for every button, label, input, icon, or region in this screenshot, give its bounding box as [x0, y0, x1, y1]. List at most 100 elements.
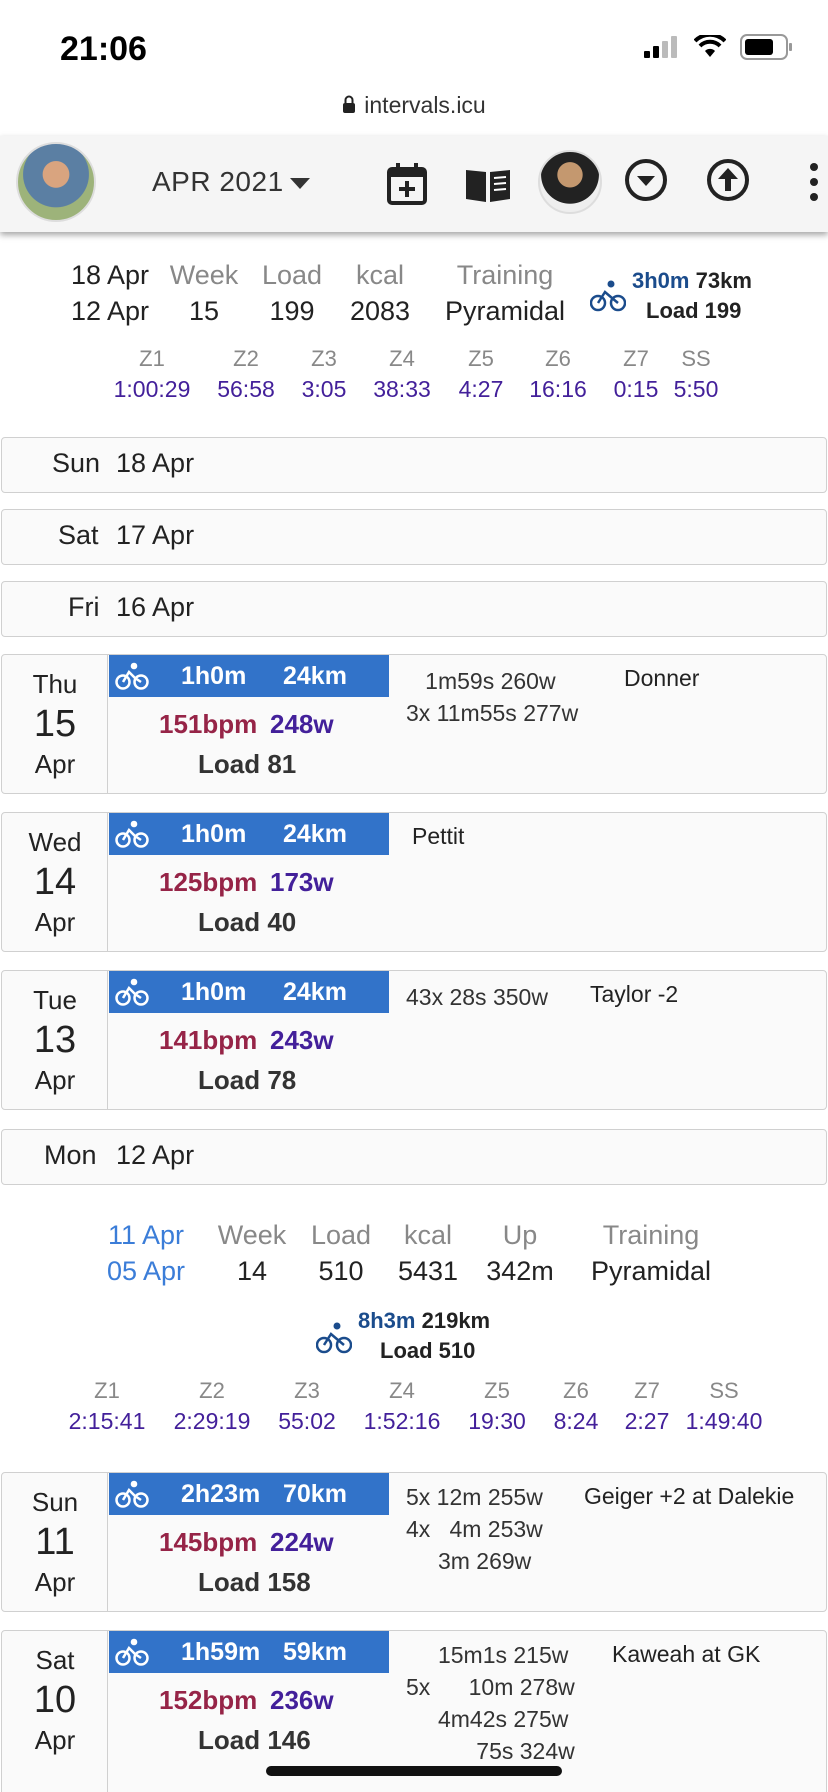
- activity-power: 173w: [270, 867, 334, 897]
- app-header: APR 2021: [0, 136, 828, 232]
- bike-icon: [115, 1479, 149, 1516]
- activity-intervals: 43x 28s 350w: [406, 984, 548, 1010]
- activity-load: Load 40: [198, 907, 297, 937]
- week-ride-time: 8h3m: [358, 1308, 416, 1333]
- activity-month: Apr: [34, 907, 76, 937]
- activity-name[interactable]: Donner: [624, 665, 699, 692]
- bike-icon: [590, 280, 626, 312]
- activity-header-bar[interactable]: 1h0m 24km: [109, 655, 389, 697]
- activity-card[interactable]: Wed 14 Apr 1h0m 24km 125bpm 173w Load 40 Pettit: [1, 812, 827, 952]
- activity-distance: 24km: [283, 662, 347, 690]
- week-ride-load: Load 510: [380, 1338, 476, 1363]
- zone-label: Z3: [294, 1378, 320, 1403]
- up-label: Up: [502, 1220, 538, 1250]
- day-of-week: Fri: [68, 592, 100, 622]
- activity-name[interactable]: Pettit: [412, 823, 464, 850]
- training-value: Pyramidal: [444, 296, 566, 326]
- activity-power: 236w: [270, 1685, 334, 1715]
- chevron-down-icon[interactable]: [290, 178, 310, 189]
- activity-load: Load 158: [198, 1567, 311, 1597]
- day-date: 16 Apr: [116, 592, 195, 622]
- user-avatar[interactable]: [16, 142, 96, 222]
- activity-date: Tue 13 Apr: [2, 971, 108, 1109]
- kcal-label: kcal: [403, 1220, 452, 1250]
- activity-month: Apr: [34, 749, 76, 779]
- activity-name[interactable]: Kaweah at GK: [612, 1641, 760, 1668]
- status-time: 21:06: [60, 30, 147, 68]
- activity-intervals: 5x 12m 255w 4x 4m 253w 3m 269w: [406, 1484, 543, 1574]
- day-date: 17 Apr: [116, 520, 195, 550]
- week-ride-time: 3h0m: [632, 268, 690, 293]
- activity-header-bar[interactable]: 1h0m 24km: [109, 971, 389, 1013]
- wifi-icon: [694, 35, 726, 57]
- bike-icon: [316, 1322, 352, 1354]
- activity-distance: 24km: [283, 820, 347, 848]
- activity-date: Sat 10 Apr: [2, 1631, 108, 1792]
- activity-duration: 1h0m: [181, 662, 247, 690]
- activity-dow: Sun: [31, 1487, 79, 1517]
- book-icon[interactable]: [464, 166, 512, 204]
- activity-day: 14: [33, 861, 77, 903]
- training-label: Training: [456, 260, 554, 290]
- training-label: Training: [602, 1220, 700, 1250]
- day-date: 18 Apr: [116, 448, 195, 478]
- zone-label: Z4: [389, 1378, 415, 1403]
- week-ride-distance: 219km: [421, 1308, 491, 1333]
- zone-label: Z1: [94, 1378, 120, 1403]
- up-value: 342m: [486, 1256, 554, 1286]
- activity-distance: 59km: [283, 1638, 347, 1666]
- activity-header-bar[interactable]: 1h0m 24km: [109, 813, 389, 855]
- zone-label: Z1: [139, 346, 165, 371]
- week-range-start[interactable]: 05 Apr: [96, 1256, 196, 1287]
- activity-duration: 1h0m: [181, 978, 247, 1006]
- activity-dow: Tue: [33, 985, 77, 1015]
- activity-day: 13: [33, 1019, 77, 1061]
- upload-icon[interactable]: [706, 158, 750, 202]
- activity-month: Apr: [34, 1065, 76, 1095]
- calendar-add-icon[interactable]: [386, 162, 428, 206]
- day-row-fri-16[interactable]: Fri 16 Apr: [1, 581, 827, 637]
- day-row-sun-18[interactable]: Sun 18 Apr: [1, 437, 827, 493]
- zone-time: 55:02: [278, 1408, 336, 1434]
- activity-card[interactable]: Tue 13 Apr 1h0m 24km 141bpm 243w Load 78 43x 28s…: [1, 970, 827, 1110]
- day-row-sat-17[interactable]: Sat 17 Apr: [1, 509, 827, 565]
- activity-card[interactable]: Sun 11 Apr 2h23m 70km 145bpm 224w Load 158 5x 12…: [1, 1472, 827, 1612]
- week-range-start: 12 Apr: [70, 296, 150, 326]
- zone-time: 1:00:29: [113, 376, 191, 402]
- activity-name[interactable]: Taylor -2: [590, 981, 678, 1008]
- month-selector[interactable]: APR 2021: [152, 166, 284, 198]
- activity-header-bar[interactable]: 1h59m 59km: [109, 1631, 389, 1673]
- activity-dow: Sat: [35, 1645, 75, 1675]
- zone-label: Z2: [199, 1378, 225, 1403]
- zone-time: 2:15:41: [68, 1408, 146, 1434]
- more-menu-icon[interactable]: [808, 162, 820, 202]
- athlete-avatar[interactable]: [538, 150, 602, 214]
- activity-heart-rate: 152bpm: [159, 1685, 258, 1715]
- load-value: 199: [269, 296, 315, 326]
- day-row-mon-12[interactable]: Mon 12 Apr: [1, 1129, 827, 1185]
- zone-time: 1:49:40: [685, 1408, 763, 1434]
- day-of-week: Mon: [44, 1140, 97, 1170]
- week-number: 14: [236, 1256, 268, 1286]
- week-range-end[interactable]: 11 Apr: [96, 1220, 196, 1251]
- battery-icon: [740, 34, 792, 60]
- dropdown-circle-icon[interactable]: [624, 158, 668, 202]
- zone-label: SS: [709, 1378, 739, 1403]
- activity-card[interactable]: Thu 15 Apr 1h0m 24km 151bpm 248w Load 81 1m59s …: [1, 654, 827, 794]
- activity-month: Apr: [34, 1567, 76, 1597]
- activity-day: 10: [33, 1679, 77, 1721]
- activity-heart-rate: 151bpm: [159, 709, 258, 739]
- week-label: Week: [169, 260, 239, 290]
- url-text: intervals.icu: [364, 92, 486, 118]
- week-label: Week: [217, 1220, 287, 1250]
- bike-icon: [115, 1637, 149, 1674]
- url-bar[interactable]: intervals.icu: [0, 92, 828, 136]
- activity-power: 224w: [270, 1527, 334, 1557]
- status-icons: [644, 34, 794, 60]
- activity-dow: Wed: [28, 827, 82, 857]
- activity-date: Thu 15 Apr: [2, 655, 108, 793]
- activity-header-bar[interactable]: 2h23m 70km: [109, 1473, 389, 1515]
- activity-power: 248w: [270, 709, 334, 739]
- activity-duration: 2h23m: [181, 1480, 261, 1508]
- activity-name[interactable]: Geiger +2 at Dalekie: [584, 1483, 794, 1510]
